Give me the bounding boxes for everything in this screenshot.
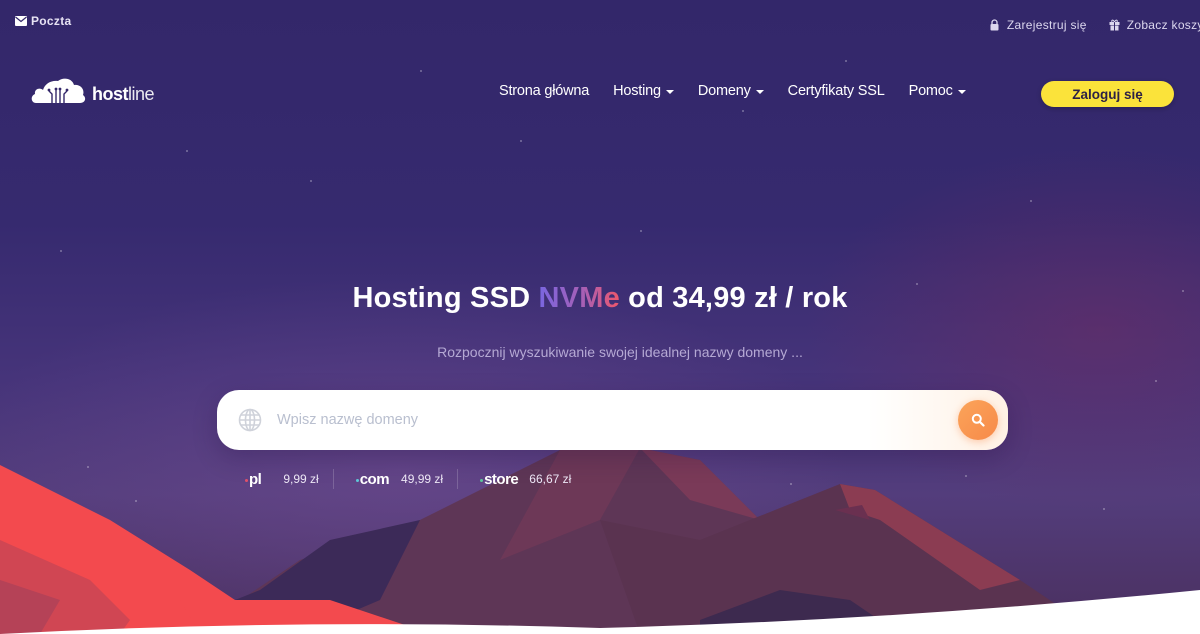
search-icon — [971, 413, 985, 427]
cloud-logo-icon — [31, 78, 86, 103]
globe-icon — [238, 408, 262, 432]
nav-item-hosting[interactable]: Hosting — [613, 83, 674, 99]
nav-item-domains[interactable]: Domeny — [698, 83, 764, 99]
register-link[interactable]: Zarejestruj się — [989, 18, 1087, 32]
headline-suffix: od 34,99 zł / rok — [628, 282, 848, 314]
headline-prefix: Hosting SSD — [352, 282, 531, 314]
nav-label: Domeny — [697, 83, 751, 99]
mail-label: Poczta — [31, 14, 72, 28]
nav-item-ssl[interactable]: Certyfikaty SSL — [788, 83, 885, 99]
hero-headline: Hosting SSD NVMe od 34,99 zł / rok — [0, 282, 1200, 315]
nav-item-home[interactable]: Strona główna — [499, 83, 589, 99]
nav-label: Hosting — [613, 83, 661, 99]
tld-item-pl[interactable]: pl 9,99 zł — [245, 471, 319, 488]
tld-dot — [355, 478, 359, 482]
cart-label: Zobacz koszyk — [1126, 18, 1200, 32]
tld-dot — [245, 478, 248, 482]
register-label: Zarejestruj się — [1006, 18, 1087, 32]
nav-label: Certyfikaty SSL — [787, 83, 885, 99]
nav-label: Strona główna — [499, 83, 590, 99]
caret-down-icon — [755, 90, 764, 94]
tld-item-com[interactable]: com 49,99 zł — [332, 469, 444, 489]
nav-label: Pomoc — [908, 83, 953, 99]
nav-item-help[interactable]: Pomoc — [909, 83, 966, 99]
tld-name: com — [355, 471, 390, 488]
tld-price: 66,67 zł — [529, 472, 572, 486]
headline-highlight: NVMe — [538, 282, 620, 314]
tld-price-list: pl 9,99 zł com 49,99 zł store 66,67 zł — [245, 469, 571, 489]
tld-item-store[interactable]: store 66,67 zł — [457, 469, 571, 489]
top-bar: Poczta Zarejestruj się Zobacz koszyk — [0, 0, 1200, 40]
tld-price: 9,99 zł — [283, 472, 319, 486]
caret-down-icon — [665, 90, 674, 94]
login-button[interactable]: Zaloguj się — [1041, 81, 1174, 107]
caret-down-icon — [957, 90, 966, 94]
hostline-logo[interactable]: hostline — [30, 74, 155, 104]
envelope-icon — [15, 16, 27, 26]
domain-search-bar — [217, 390, 1008, 450]
logo-text: hostline — [92, 84, 155, 104]
tld-price: 49,99 zł — [401, 472, 444, 486]
search-button[interactable] — [958, 400, 998, 440]
tld-name: pl — [245, 471, 262, 488]
gift-icon — [1109, 19, 1120, 31]
hero-subline: Rozpocznij wyszukiwanie swojej idealnej … — [437, 344, 803, 360]
tld-name: store — [480, 471, 519, 488]
domain-search-input[interactable] — [277, 412, 897, 428]
lock-icon — [990, 19, 999, 31]
main-nav: Strona główna Hosting Domeny Certyfikaty… — [499, 83, 966, 99]
mail-link[interactable]: Poczta — [15, 14, 71, 28]
tld-dot — [480, 478, 484, 482]
cart-link[interactable]: Zobacz koszyk — [1109, 18, 1200, 32]
